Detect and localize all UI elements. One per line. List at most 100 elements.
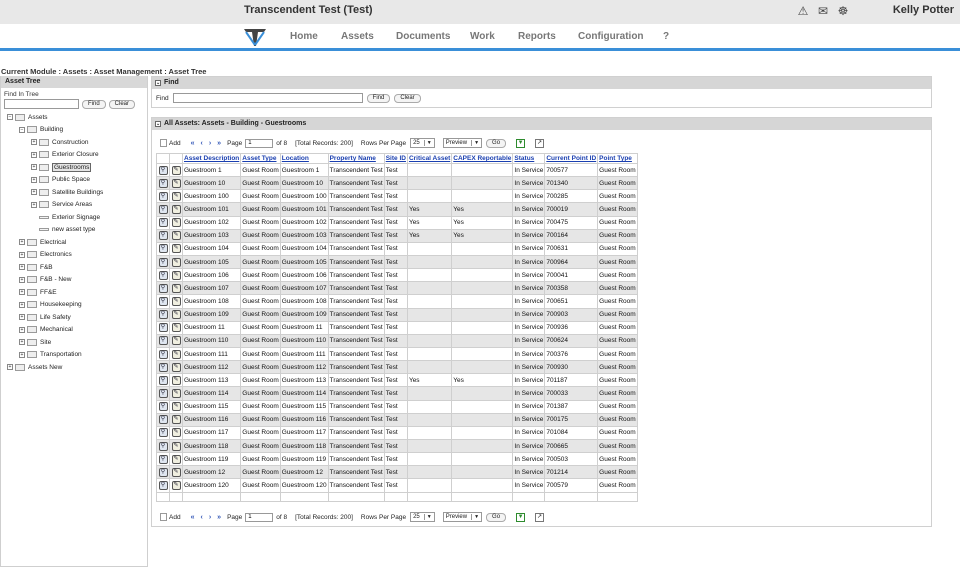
view-icon[interactable]: ⚲ [158, 178, 168, 188]
export-icon[interactable]: ↗ [535, 512, 545, 522]
table-row[interactable]: ⚲ ✎ Guestroom 104 Guest Room Guestroom 104 Tr… [156, 241, 638, 256]
expand-icon[interactable]: + [31, 164, 37, 170]
view-icon[interactable]: ⚲ [158, 441, 168, 451]
tree-node[interactable]: + Housekeeping [19, 300, 82, 310]
nav-item[interactable]: Configuration [578, 31, 663, 42]
edit-icon[interactable]: ✎ [171, 349, 181, 359]
table-row[interactable]: ⚲ ✎ Guestroom 118 Guest Room Guestroom 118 Tr… [156, 438, 638, 454]
edit-icon[interactable]: ✎ [171, 231, 181, 241]
tree-node[interactable]: new asset type [31, 225, 95, 235]
expand-icon[interactable]: + [19, 289, 25, 295]
table-row[interactable]: ⚲ ✎ Guestroom 103 Guest Room Guestroom 103 Tr… [156, 228, 638, 243]
table-row[interactable]: ⚲ ✎ Guestroom 110 Guest Room Guestroom 110 Tr… [156, 333, 638, 348]
view-icon[interactable]: ⚲ [158, 454, 168, 464]
view-icon[interactable]: ⚲ [158, 402, 168, 412]
expand-icon[interactable]: + [19, 301, 25, 308]
expand-icon[interactable]: + [19, 251, 25, 258]
view-icon[interactable]: ⚲ [158, 428, 168, 438]
table-row[interactable]: ⚲ ✎ Guestroom 11 Guest Room Guestroom 11 Tran… [156, 320, 638, 335]
tree-node[interactable]: + Mechanical [19, 325, 73, 335]
column-header[interactable]: Critical Asset [406, 153, 453, 164]
tree-node-label[interactable]: Building [40, 126, 63, 133]
column-header[interactable]: Property Name [327, 153, 385, 164]
tree-node-label[interactable]: Assets New [28, 364, 62, 371]
rows-per-page-select[interactable]: 25 ▼ [410, 512, 435, 522]
view-icon[interactable]: ⚲ [158, 296, 168, 306]
tree-node[interactable]: + Electrical [19, 237, 66, 247]
expand-icon[interactable]: + [19, 314, 25, 320]
go-button[interactable]: Go [486, 138, 507, 148]
view-icon[interactable]: ⚲ [158, 310, 168, 320]
expand-icon[interactable]: + [19, 276, 25, 283]
tree-node[interactable]: + Public Space [31, 175, 90, 185]
table-row[interactable]: ⚲ ✎ Guestroom 116 Guest Room Guestroom 116 Tr… [156, 412, 638, 427]
table-row[interactable]: ⚲ ✎ Guestroom 111 Guest Room Guestroom 111 Tr… [156, 346, 638, 362]
expand-icon[interactable]: + [19, 339, 25, 345]
nav-item[interactable]: ? [663, 31, 683, 42]
edit-icon[interactable]: ✎ [171, 191, 181, 201]
edit-icon[interactable]: ✎ [171, 336, 181, 346]
edit-icon[interactable]: ✎ [171, 467, 181, 477]
last-page-icon[interactable]: » [217, 140, 221, 147]
logo[interactable] [243, 26, 267, 48]
tree-node[interactable]: + Construction [31, 137, 89, 147]
edit-icon[interactable]: ✎ [171, 165, 181, 175]
view-icon[interactable]: ⚲ [158, 362, 168, 372]
tree-node[interactable]: + F&B [19, 262, 53, 272]
chat-icon[interactable]: ☸ [836, 3, 850, 19]
first-page-icon[interactable]: « [191, 140, 195, 147]
nav-item[interactable]: Assets [341, 31, 396, 42]
tree-node-label[interactable]: Service Areas [52, 201, 92, 208]
table-row[interactable]: ⚲ ✎ Guestroom 117 Guest Room Guestroom 117 Tr… [156, 425, 638, 440]
tree-node[interactable]: + FF&E [19, 287, 57, 297]
table-row[interactable]: ⚲ ✎ Guestroom 1 Guest Room Guestroom 1 Transc… [156, 162, 638, 178]
table-row[interactable]: ⚲ ✎ Guestroom 114 Guest Room Guestroom 114 Tr… [156, 386, 638, 401]
collapse-icon[interactable]: − [7, 114, 13, 120]
export-icon[interactable]: ↗ [535, 138, 545, 148]
collapse-icon[interactable]: ⌄ [155, 80, 161, 86]
view-icon[interactable]: ⚲ [158, 204, 168, 214]
expand-icon[interactable]: + [31, 201, 37, 208]
expand-icon[interactable]: + [19, 239, 25, 245]
edit-icon[interactable]: ✎ [171, 270, 181, 280]
tree-node[interactable]: + Exterior Closure [31, 150, 99, 160]
view-icon[interactable]: ⚲ [158, 480, 168, 490]
view-icon[interactable]: ⚲ [158, 415, 168, 425]
table-row[interactable]: ⚲ ✎ Guestroom 112 Guest Room Guestroom 112 Tr… [156, 360, 638, 375]
tree-clear-button[interactable]: Clear [108, 99, 136, 109]
table-row[interactable]: ⚲ ✎ Guestroom 108 Guest Room Guestroom 108 Tr… [156, 294, 638, 309]
clear-button[interactable]: Clear [394, 93, 421, 103]
nav-item[interactable]: Reports [518, 31, 578, 42]
expand-icon[interactable]: + [7, 364, 13, 370]
table-row[interactable]: ⚲ ✎ Guestroom 109 Guest Room Guestroom 109 Tr… [156, 307, 638, 322]
rows-per-page-select[interactable]: 25 ▼ [410, 138, 435, 148]
tree-node-label[interactable]: Transportation [40, 351, 82, 358]
tree-node-label[interactable]: F&B [40, 264, 53, 271]
filter-icon[interactable]: ▼ [516, 512, 526, 522]
tree-node[interactable]: − Building [19, 125, 63, 135]
tree-node-label[interactable]: new asset type [52, 226, 95, 233]
edit-icon[interactable]: ✎ [171, 178, 181, 188]
view-icon[interactable]: ⚲ [158, 218, 168, 228]
preview-select[interactable]: Preview ▼ [442, 138, 483, 148]
prev-page-icon[interactable]: ‹ [200, 140, 202, 147]
table-row[interactable]: ⚲ ✎ Guestroom 105 Guest Room Guestroom 105 Tr… [156, 254, 638, 270]
collapse-icon[interactable]: ⌄ [155, 121, 161, 127]
edit-icon[interactable]: ✎ [171, 415, 181, 425]
nav-item[interactable]: Documents [396, 31, 470, 42]
page-input[interactable] [245, 138, 274, 148]
view-icon[interactable]: ⚲ [158, 323, 168, 333]
tree-node-label[interactable]: FF&E [40, 289, 57, 296]
table-row[interactable]: ⚲ ✎ Guestroom 100 Guest Room Guestroom 100 Tr… [156, 189, 638, 204]
tree-node-label[interactable]: Exterior Signage [52, 214, 100, 221]
tree-node-label[interactable]: Assets [28, 114, 48, 121]
table-row[interactable]: ⚲ ✎ Guestroom 120 Guest Room Guestroom 120 Tr… [156, 478, 638, 493]
column-header[interactable]: Asset Type [240, 153, 281, 164]
view-icon[interactable]: ⚲ [158, 349, 168, 359]
tree-node-label[interactable]: Site [40, 339, 51, 346]
tree-node[interactable]: + Satellite Buildings [31, 187, 103, 197]
view-icon[interactable]: ⚲ [158, 336, 168, 346]
expand-icon[interactable]: + [19, 264, 25, 270]
view-icon[interactable]: ⚲ [158, 283, 168, 293]
tree-node-label[interactable]: Electrical [40, 239, 66, 246]
